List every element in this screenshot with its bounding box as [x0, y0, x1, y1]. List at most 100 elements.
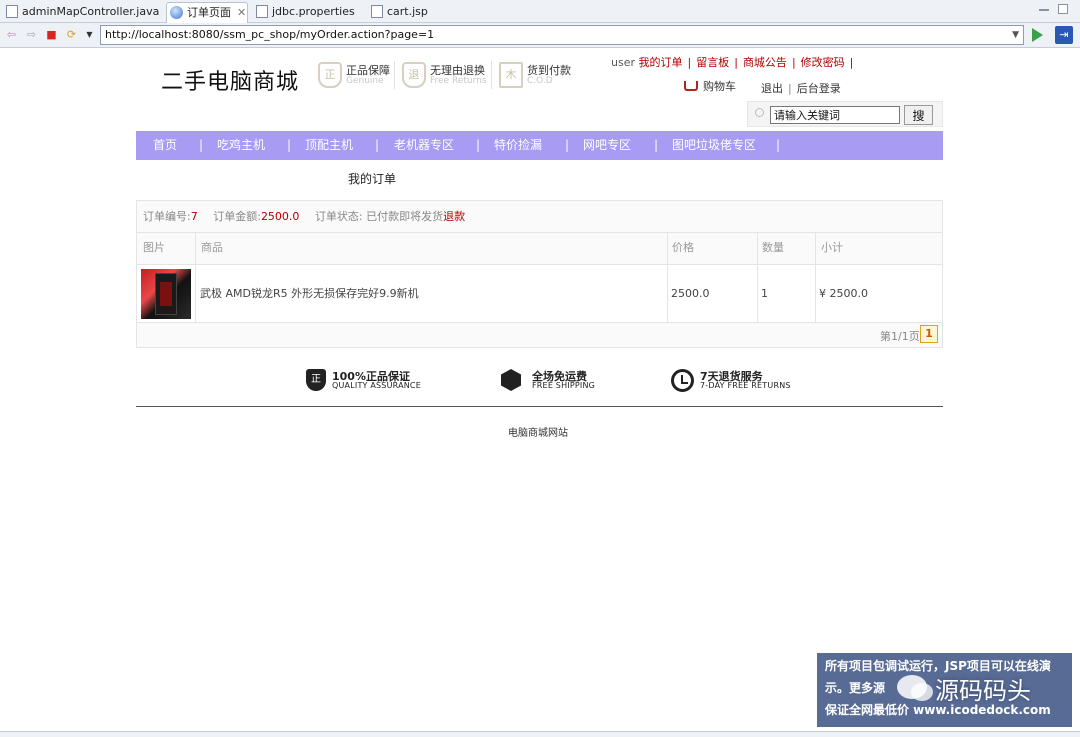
package-icon [501, 369, 521, 391]
external-browser-icon[interactable]: ⇥ [1055, 26, 1073, 44]
chevron-down-icon[interactable]: ▼ [83, 29, 96, 41]
nav-top-config[interactable]: 顶配主机 [305, 131, 353, 160]
tab-label: jdbc.properties [272, 5, 355, 18]
order-amount: 2500.0 [260, 210, 300, 223]
product-qty: 1 [761, 287, 768, 300]
user-links: user 我的订单 | 留言板 | 商城公告 | 修改密码 | [611, 56, 854, 69]
order-status-label: 订单状态: [314, 210, 363, 223]
tab-jdbc-properties[interactable]: jdbc.properties [252, 2, 362, 23]
genuine-icon: 正 [318, 62, 342, 88]
logout-link[interactable]: 退出 [761, 82, 783, 95]
product-price: 2500.0 [671, 287, 710, 300]
refund-link[interactable]: 退款 [443, 210, 465, 223]
globe-icon [170, 6, 183, 19]
wechat-icon [897, 675, 933, 701]
nav-home[interactable]: 首页 [153, 131, 177, 160]
properties-file-icon [256, 5, 268, 18]
link-change-password[interactable]: 修改密码 [801, 56, 845, 69]
nav-old-machines[interactable]: 老机器专区 [394, 131, 454, 160]
link-my-orders[interactable]: 我的订单 [639, 56, 683, 69]
editor-tab-bar: adminMapController.java 订单页面 ✕ jdbc.prope… [0, 0, 1080, 23]
nav-bargains[interactable]: 特价捡漏 [494, 131, 542, 160]
search-button[interactable]: 搜 [904, 105, 933, 125]
footer-text: 电脑商城网站 [508, 428, 568, 439]
site-logo[interactable]: 二手电脑商城 [161, 64, 299, 96]
order-header: 订单编号:7 订单金额:2500.0 订单状态: 已付款即将发货退款 [137, 201, 942, 233]
nav-netcafe[interactable]: 网吧专区 [583, 131, 631, 160]
product-name[interactable]: 武极 AMD锐龙R5 外形无损保存完好9.9新机 [200, 265, 419, 323]
footer-divider [136, 406, 943, 407]
tab-label: 订单页面 [187, 6, 231, 19]
cart-label: 购物车 [703, 80, 736, 93]
divider [394, 61, 395, 89]
link-announcements[interactable]: 商城公告 [743, 56, 787, 69]
minimize-icon[interactable] [1039, 9, 1049, 11]
username: user [611, 56, 635, 69]
nav-divider: | [287, 138, 292, 152]
cart-icon [684, 81, 698, 91]
nav-divider: | [375, 138, 380, 152]
go-icon[interactable] [1032, 28, 1043, 42]
search-input[interactable] [770, 106, 900, 124]
product-image[interactable] [141, 269, 191, 319]
tab-label: cart.jsp [387, 5, 428, 18]
watermark-line-3: 保证全网最低价 www.icodedock.com [825, 703, 1051, 717]
divider [491, 61, 492, 89]
url-text: http://localhost:8080/ssm_pc_shop/myOrde… [105, 28, 435, 41]
page-info: 第1/1页 [880, 330, 920, 343]
nav-divider: | [199, 138, 204, 152]
watermark-line-2: 示。更多源 [825, 681, 886, 695]
url-input[interactable]: http://localhost:8080/ssm_pc_shop/myOrde… [100, 25, 1024, 45]
nav-budget-zone[interactable]: 图吧垃圾佬专区 [672, 131, 756, 160]
product-subtotal: ¥ 2500.0 [819, 287, 868, 300]
search-bar: 搜 [747, 101, 943, 127]
guarantee-subtitle: QUALITY ASSURANCE [332, 381, 421, 390]
chevron-down-icon[interactable]: ▼ [1012, 26, 1019, 44]
order-id-label: 订单编号: [143, 210, 191, 223]
page-title: 我的订单 [348, 172, 397, 186]
tab-label: adminMapController.java [22, 5, 160, 18]
page-number-button[interactable]: 1 [920, 325, 938, 343]
cart-link[interactable]: 购物车 [684, 78, 736, 94]
java-file-icon [6, 5, 18, 18]
tab-cart-jsp[interactable]: cart.jsp [367, 2, 437, 23]
shield-icon: 正 [306, 369, 326, 391]
tab-order-page[interactable]: 订单页面 ✕ [166, 2, 248, 23]
admin-login-link[interactable]: 后台登录 [797, 82, 841, 95]
status-bar [0, 731, 1080, 737]
back-icon[interactable]: ⇦ [5, 29, 18, 41]
cod-icon: 木 [499, 62, 523, 88]
watermark-panel: 所有项目包调试运行，JSP项目可以在线演 示。更多源 源码码头 保证全网最低价 … [817, 653, 1072, 727]
browser-toolbar: ⇦ ⇨ ■ ⟳ ▼ http://localhost:8080/ssm_pc_s… [0, 23, 1080, 48]
link-message-board[interactable]: 留言板 [696, 56, 729, 69]
nav-chicken-pc[interactable]: 吃鸡主机 [217, 131, 265, 160]
col-divider [195, 233, 196, 323]
col-subtotal: 小计 [821, 241, 843, 254]
returns-icon: 退 [402, 62, 426, 88]
badge-subtitle: Free Returns [430, 76, 487, 86]
nav-divider: | [654, 138, 659, 152]
col-divider [757, 233, 758, 323]
nav-divider: | [776, 138, 781, 152]
guarantee-subtitle: FREE SHIPPING [532, 381, 596, 390]
close-icon[interactable]: ✕ [237, 6, 246, 19]
maximize-icon[interactable] [1058, 4, 1068, 14]
order-table: 订单编号:7 订单金额:2500.0 订单状态: 已付款即将发货退款 图片 商品… [136, 200, 943, 348]
badge-subtitle: C.O.D [527, 76, 553, 86]
col-divider [815, 233, 816, 323]
badge-subtitle: Genuine [346, 76, 384, 86]
tab-admin-map-controller[interactable]: adminMapController.java [2, 2, 162, 23]
forward-icon[interactable]: ⇨ [25, 29, 38, 41]
col-divider [667, 233, 668, 323]
account-links: 退出 | 后台登录 [761, 82, 841, 95]
nav-divider: | [476, 138, 481, 152]
refresh-icon[interactable]: ⟳ [65, 29, 78, 41]
order-id: 7 [190, 210, 198, 223]
main-nav: 首页 | 吃鸡主机 | 顶配主机 | 老机器专区 | 特价捡漏 | 网吧专区 |… [136, 131, 943, 160]
jsp-file-icon [371, 5, 383, 18]
pagination: 第1/1页 1 [137, 323, 942, 347]
stop-icon[interactable]: ■ [45, 29, 58, 41]
order-status: 已付款即将发货 [366, 210, 444, 223]
search-icon [755, 108, 764, 117]
order-amount-label: 订单金额: [213, 210, 261, 223]
